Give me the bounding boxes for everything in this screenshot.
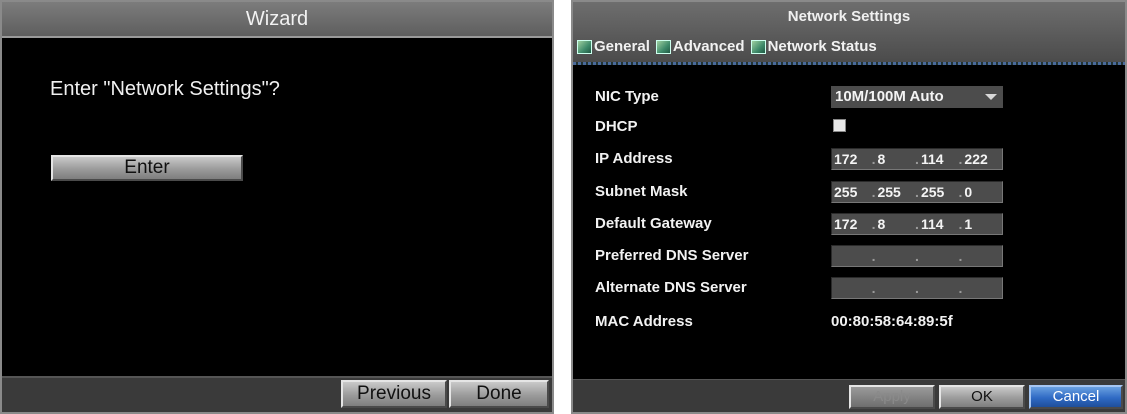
wizard-dialog: Wizard Enter "Network Settings"? Enter P… [0,0,554,414]
ip-octet-1: 172 [834,151,858,167]
ok-button[interactable]: OK [939,385,1025,409]
alternate-dns-row: Alternate DNS Server . . . [595,277,1025,301]
cancel-button[interactable]: Cancel [1029,385,1123,409]
adns-dot: . [958,280,963,296]
subnet-octet-3: 255 [920,184,945,200]
tab-advanced-label: Advanced [672,38,745,55]
dhcp-label: DHCP [595,118,638,135]
tab-network-status-label: Network Status [767,38,877,55]
adns-dot: . [871,280,876,296]
nic-type-select[interactable]: 10M/100M Auto [831,86,1003,108]
ip-octet-2: 8 [877,151,886,167]
previous-button[interactable]: Previous [341,380,447,408]
ip-address-row: IP Address 172. 8. 114. 222 [595,148,1025,172]
default-gateway-row: Default Gateway 172. 8. 114. 1 [595,213,1025,237]
alternate-dns-field[interactable]: . . . [831,277,1003,299]
gateway-octet-3: 114 [920,216,944,232]
mac-address-value: 00:80:58:64:89:5f [831,313,953,330]
tab-network-status-icon [750,39,766,54]
default-gateway-label: Default Gateway [595,215,712,232]
pdns-dot: . [915,248,919,264]
gateway-octet-1: 172 [834,216,858,232]
wizard-footer: Previous Done [2,376,552,412]
nic-type-label: NIC Type [595,88,659,105]
tab-advanced[interactable]: Advanced [655,38,745,55]
subnet-mask-label: Subnet Mask [595,183,688,200]
ip-address-label: IP Address [595,150,673,167]
alternate-dns-label: Alternate DNS Server [595,279,747,296]
tab-general-label: General [594,38,650,55]
nic-type-row: NIC Type 10M/100M Auto [595,86,1025,110]
mac-address-label: MAC Address [595,313,693,330]
apply-button[interactable]: Apply [849,385,935,409]
chevron-down-icon [985,94,997,100]
enter-button[interactable]: Enter [51,155,243,181]
tab-network-status[interactable]: Network Status [750,38,877,55]
subnet-mask-row: Subnet Mask 255. 255. 255. 0 [595,181,1025,205]
network-settings-dialog: Network Settings General Advanced Networ… [571,0,1127,414]
wizard-question: Enter "Network Settings"? [50,78,280,100]
ip-octet-4: 222 [964,151,988,167]
tab-general[interactable]: General [577,38,650,55]
gateway-octet-2: 8 [877,216,886,232]
nic-type-value: 10M/100M Auto [835,88,944,105]
tab-general-icon [577,39,592,54]
network-title-bar: Network Settings General Advanced Networ… [573,2,1125,64]
dhcp-row: DHCP [595,116,1025,140]
preferred-dns-label: Preferred DNS Server [595,247,749,264]
mac-address-row: MAC Address 00:80:58:64:89:5f [595,311,1025,335]
tab-advanced-icon [655,39,671,54]
ip-octet-3: 114 [920,151,944,167]
wizard-title: Wizard [2,2,552,38]
adns-dot: . [915,280,919,296]
pdns-dot: . [958,248,963,264]
network-footer: Apply OK Cancel [573,379,1125,412]
preferred-dns-field[interactable]: . . . [831,245,1003,267]
pdns-dot: . [871,248,876,264]
tab-bar: General Advanced Network Status [577,38,877,55]
dhcp-checkbox[interactable] [833,119,846,132]
gateway-octet-4: 1 [964,216,973,232]
network-settings-title: Network Settings [787,8,911,25]
default-gateway-field[interactable]: 172. 8. 114. 1 [831,213,1003,235]
preferred-dns-row: Preferred DNS Server . . . [595,245,1025,269]
subnet-mask-field[interactable]: 255. 255. 255. 0 [831,181,1003,203]
tab-divider [573,62,1125,65]
ip-address-field[interactable]: 172. 8. 114. 222 [831,148,1003,170]
subnet-octet-2: 255 [877,184,901,200]
done-button[interactable]: Done [449,380,549,408]
subnet-octet-4: 0 [964,184,973,200]
subnet-octet-1: 255 [834,184,858,200]
